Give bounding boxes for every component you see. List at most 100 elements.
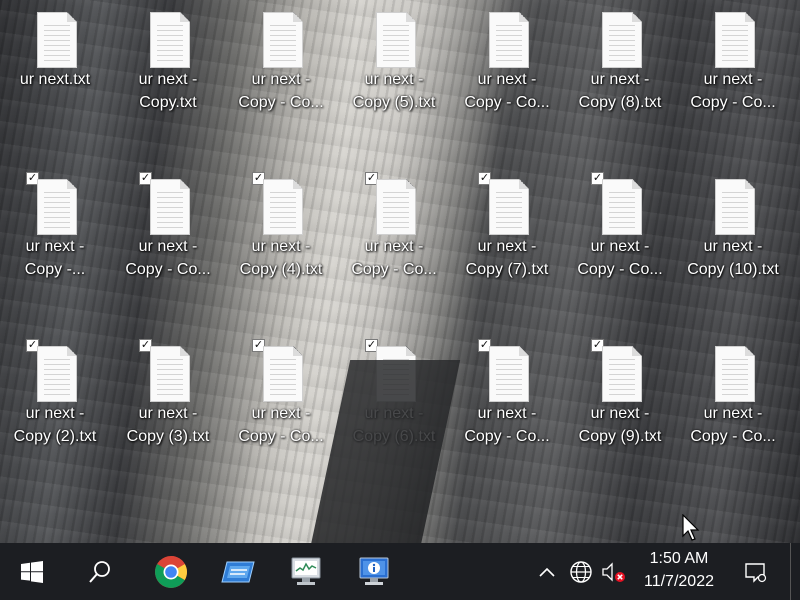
taskbar-clock[interactable]: 1:50 AM 11/7/2022 (628, 547, 730, 597)
desktop-file-icon[interactable]: ✓ ur next - Copy - Co... (568, 169, 672, 319)
file-name-label: ur next - Copy (6).txt (338, 402, 450, 448)
search-button[interactable] (70, 543, 130, 600)
desktop-file-icon[interactable]: ✓ ur next - Copy (9).txt (568, 336, 672, 486)
system-info-icon (359, 557, 389, 585)
desktop-file-icon[interactable]: ✓ ur next - Copy (2).txt (3, 336, 107, 486)
desktop-wallpaper: ur next.txt ur next - Copy.txt ur next - Cop… (0, 0, 800, 543)
file-name-line: Copy - Co... (238, 428, 324, 445)
text-document-icon (376, 12, 416, 68)
file-name-line: ur next - (251, 71, 311, 88)
file-name-label: ur next - Copy (10).txt (677, 235, 789, 281)
text-document-icon (263, 346, 303, 402)
desktop-file-icon[interactable]: ur next - Copy - Co... (681, 2, 785, 152)
file-name-line: ur next - (138, 238, 198, 255)
file-name-line: ur next - (590, 71, 650, 88)
start-button[interactable] (2, 543, 62, 600)
desktop-file-icon[interactable]: ur next - Copy (8).txt (568, 2, 672, 152)
desktop-file-icon[interactable]: ✓ ur next - Copy -... (3, 169, 107, 319)
file-name-line: ur next - (364, 71, 424, 88)
system-info-taskbar-button[interactable] (344, 543, 404, 600)
file-name-line: ur next - (138, 405, 198, 422)
desktop-icon-grid: ur next.txt ur next - Copy.txt ur next - Cop… (0, 0, 800, 543)
task-manager-icon (291, 557, 321, 585)
chrome-taskbar-button[interactable] (141, 543, 201, 600)
text-document-icon (715, 179, 755, 235)
file-name-label: ur next - Copy - Co... (677, 68, 789, 114)
file-name-line: ur next - (477, 405, 537, 422)
desktop-file-icon[interactable]: ✓ ur next - Copy - Co... (342, 169, 446, 319)
file-name-line: Copy (5).txt (352, 94, 436, 111)
file-name-line: Copy - Co... (464, 428, 550, 445)
file-name-label: ur next - Copy - Co... (338, 235, 450, 281)
explorer-taskbar-button[interactable] (208, 543, 268, 600)
desktop-file-icon[interactable]: ✓ ur next - Copy (7).txt (455, 169, 559, 319)
desktop-file-icon[interactable]: ✓ ur next - Copy (6).txt (342, 336, 446, 486)
text-document-icon (715, 12, 755, 68)
file-name-label: ur next - Copy (4).txt (225, 235, 337, 281)
file-name-line: Copy (9).txt (578, 428, 662, 445)
search-icon (89, 560, 110, 583)
file-name-line: ur next - (25, 405, 85, 422)
file-name-line: Copy - Co... (351, 261, 437, 278)
text-document-icon (489, 346, 529, 402)
desktop-file-icon[interactable]: ur next - Copy - Co... (455, 2, 559, 152)
file-name-line: Copy - Co... (125, 261, 211, 278)
file-name-label: ur next - Copy - Co... (564, 235, 676, 281)
show-hidden-icons-button[interactable] (534, 543, 560, 600)
taskbar: 1:50 AM 11/7/2022 (0, 543, 800, 600)
desktop-file-icon[interactable]: ✓ ur next - Copy (4).txt (229, 169, 333, 319)
file-name-label: ur next - Copy - Co... (112, 235, 224, 281)
file-name-line: Copy (3).txt (126, 428, 210, 445)
mouse-cursor-icon (682, 514, 700, 541)
text-document-icon (37, 346, 77, 402)
chrome-icon (155, 555, 187, 588)
clock-time: 1:50 AM (649, 550, 709, 567)
file-name-line: Copy (7).txt (465, 261, 549, 278)
notifications-button[interactable] (738, 543, 772, 600)
file-name-line: ur next - (364, 238, 424, 255)
file-name-label: ur next - Copy (2).txt (0, 402, 111, 448)
file-name-line: ur next.txt (19, 71, 91, 88)
task-manager-taskbar-button[interactable] (276, 543, 336, 600)
file-name-line: Copy -... (24, 261, 86, 278)
text-document-icon (150, 346, 190, 402)
desktop-file-icon[interactable]: ur next - Copy - Co... (681, 336, 785, 486)
text-document-icon (37, 12, 77, 68)
text-document-icon (602, 179, 642, 235)
desktop-file-icon[interactable]: ur next - Copy (5).txt (342, 2, 446, 152)
text-document-icon (263, 12, 303, 68)
file-name-line: ur next - (590, 238, 650, 255)
file-name-line: Copy (4).txt (239, 261, 323, 278)
file-name-label: ur next - Copy (5).txt (338, 68, 450, 114)
file-name-label: ur next - Copy (8).txt (564, 68, 676, 114)
file-name-line: Copy (10).txt (687, 261, 779, 278)
desktop-file-icon[interactable]: ur next.txt (3, 2, 107, 152)
desktop-file-icon[interactable]: ✓ ur next - Copy - Co... (455, 336, 559, 486)
desktop-file-icon[interactable]: ur next - Copy - Co... (229, 2, 333, 152)
notifications-icon (745, 562, 767, 583)
file-name-line: Copy - Co... (238, 94, 324, 111)
desktop-file-icon[interactable]: ✓ ur next - Copy - Co... (229, 336, 333, 486)
text-document-icon (263, 179, 303, 235)
file-name-line: ur next - (703, 238, 763, 255)
file-name-label: ur next - Copy - Co... (451, 402, 563, 448)
file-name-label: ur next - Copy (9).txt (564, 402, 676, 448)
desktop-file-icon[interactable]: ur next - Copy (10).txt (681, 169, 785, 319)
network-button[interactable] (566, 543, 596, 600)
chevron-up-icon (539, 567, 555, 577)
volume-button[interactable] (598, 543, 628, 600)
file-name-line: ur next - (703, 405, 763, 422)
text-document-icon (37, 179, 77, 235)
file-name-line: ur next - (477, 238, 537, 255)
file-name-label: ur next - Copy - Co... (225, 68, 337, 114)
text-document-icon (602, 12, 642, 68)
desktop-file-icon[interactable]: ✓ ur next - Copy - Co... (116, 169, 220, 319)
clock-date: 11/7/2022 (644, 573, 714, 590)
show-desktop-button[interactable] (790, 543, 795, 600)
network-globe-icon (570, 560, 592, 583)
desktop-file-icon[interactable]: ✓ ur next - Copy (3).txt (116, 336, 220, 486)
file-name-label: ur next - Copy - Co... (225, 402, 337, 448)
file-name-label: ur next - Copy (3).txt (112, 402, 224, 448)
desktop-file-icon[interactable]: ur next - Copy.txt (116, 2, 220, 152)
text-document-icon (376, 346, 416, 402)
